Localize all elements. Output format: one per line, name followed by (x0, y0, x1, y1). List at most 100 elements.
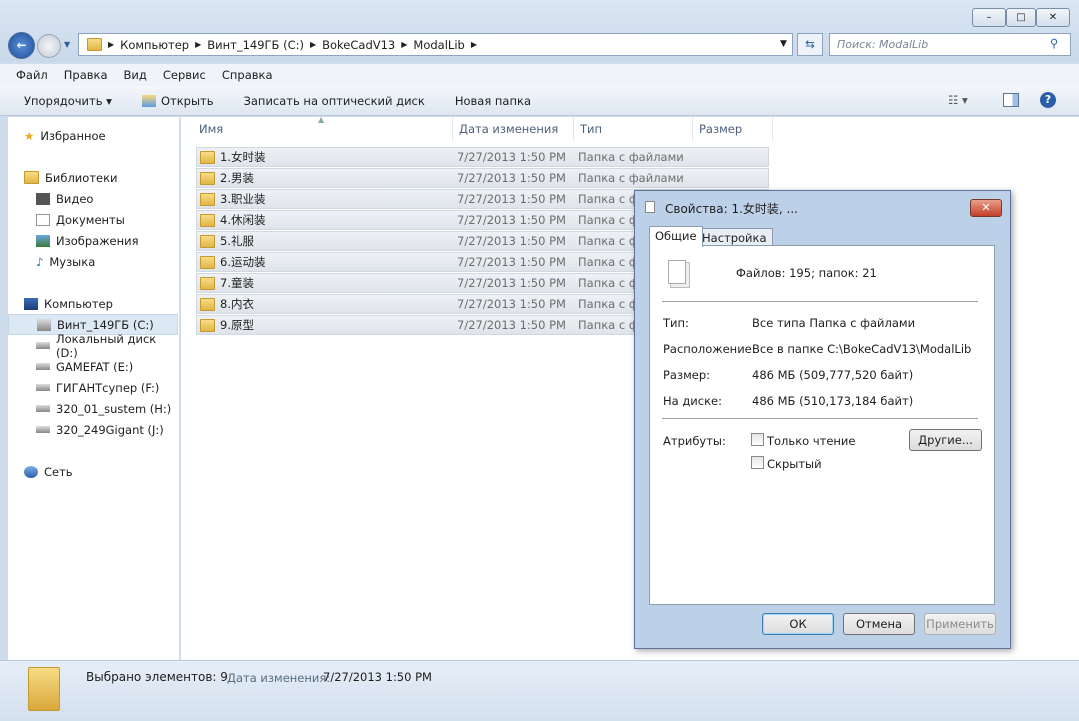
chevron-right-icon[interactable]: ▶ (108, 40, 114, 49)
sidebar-computer[interactable]: Компьютер (8, 293, 178, 314)
sidebar-favorites[interactable]: ★ Избранное (8, 125, 178, 146)
close-button[interactable]: ✕ (1036, 8, 1070, 27)
menu-edit[interactable]: Правка (64, 68, 108, 82)
help-icon[interactable]: ? (1040, 92, 1056, 108)
sidebar-network[interactable]: Сеть (8, 461, 178, 482)
refresh-button[interactable]: ⇆ (797, 33, 823, 56)
file-row[interactable]: 1.女时装 7/27/2013 1:50 PM Папка с файлами (196, 147, 769, 167)
drive-icon (36, 363, 50, 370)
drive-icon (36, 405, 50, 412)
details-pane: Выбрано элементов: 9 Дата изменения: 7/2… (0, 660, 1079, 721)
toolbar: Упорядочить ▾ Открыть Записать на оптиче… (0, 86, 1079, 116)
size-label: Размер: (663, 368, 711, 382)
sidebar-drive-j[interactable]: 320_249Gigant (J:) (8, 419, 178, 440)
hidden-checkbox[interactable] (751, 456, 764, 469)
open-icon (141, 94, 156, 107)
navigation-pane: ★ Избранное Библиотеки Видео Документы Из… (8, 117, 180, 660)
advanced-button[interactable]: Другие... (909, 429, 982, 451)
dialog-close-button[interactable]: ✕ (970, 199, 1002, 217)
computer-icon (24, 297, 38, 310)
sidebar-label: 320_01_sustem (H:) (56, 401, 172, 416)
sidebar-documents[interactable]: Документы (8, 209, 178, 230)
folder-icon (200, 213, 215, 227)
drive-icon (36, 342, 50, 349)
file-date: 7/27/2013 1:50 PM (457, 150, 566, 164)
column-date[interactable]: Дата изменения (453, 117, 574, 141)
sidebar-label: Музыка (49, 254, 96, 269)
search-icon[interactable]: ⚲ (1050, 36, 1058, 50)
network-icon (24, 465, 38, 478)
menu-tools[interactable]: Сервис (163, 68, 206, 82)
sidebar-label: Сеть (44, 464, 73, 479)
sidebar-label: 320_249Gigant (J:) (56, 422, 164, 437)
file-name-cell: 8.内衣 (197, 296, 457, 312)
file-name-cell: 2.男装 (197, 170, 457, 186)
readonly-checkbox[interactable] (751, 433, 764, 446)
breadcrumb-computer[interactable]: Компьютер (120, 38, 189, 52)
ok-button[interactable]: ОК (762, 613, 834, 635)
apply-button[interactable]: Применить (924, 613, 996, 635)
type-value: Все типа Папка с файлами (752, 316, 916, 330)
search-input[interactable]: Поиск: ModalLib (829, 33, 1071, 56)
sidebar-video[interactable]: Видео (8, 188, 178, 209)
file-name: 4.休闲装 (220, 213, 266, 227)
dialog-title: Свойства: 1.女时装, ... (665, 202, 798, 216)
readonly-label[interactable]: Только чтение (767, 434, 855, 448)
disk-size-value: 486 МБ (510,173,184 байт) (752, 394, 914, 408)
recent-pages-icon[interactable]: ▼ (64, 40, 70, 49)
sidebar-label: ГИГАНТсупер (F:) (56, 380, 160, 395)
open-button[interactable]: Открыть (141, 94, 214, 108)
sidebar-drive-h[interactable]: 320_01_sustem (H:) (8, 398, 178, 419)
star-icon: ★ (24, 128, 35, 143)
file-date: 7/27/2013 1:50 PM (457, 255, 566, 269)
file-date: 7/27/2013 1:50 PM (457, 213, 566, 227)
address-dropdown-icon[interactable]: ▼ (780, 39, 787, 49)
file-type: Папка с файлами (578, 150, 684, 164)
preview-pane-icon[interactable] (1003, 93, 1019, 107)
column-size[interactable]: Размер (693, 117, 773, 141)
menu-view[interactable]: Вид (124, 68, 147, 82)
maximize-button[interactable]: □ (1006, 8, 1036, 27)
cancel-button[interactable]: Отмена (843, 613, 915, 635)
sidebar-pictures[interactable]: Изображения (8, 230, 178, 251)
column-type[interactable]: Тип (574, 117, 693, 141)
file-type: Папка с ф (578, 192, 639, 206)
divider (662, 301, 978, 302)
file-type: Папка с ф (578, 234, 639, 248)
forward-button[interactable] (37, 34, 61, 58)
file-row[interactable]: 2.男装 7/27/2013 1:50 PM Папка с файлами (196, 168, 769, 188)
new-folder-button[interactable]: Новая папка (455, 94, 531, 108)
chevron-right-icon[interactable]: ▶ (401, 40, 407, 49)
sidebar-drive-e[interactable]: GAMEFAT (E:) (8, 356, 178, 377)
general-tab-panel: Файлов: 195; папок: 21 Тип: Все типа Пап… (649, 245, 995, 605)
tab-general[interactable]: Общие (649, 226, 703, 247)
burn-button[interactable]: Записать на оптический диск (244, 94, 425, 108)
drive-icon (36, 426, 50, 433)
sidebar-drive-d[interactable]: Локальный диск (D:) (8, 332, 178, 360)
file-type: Папка с ф (578, 213, 639, 227)
minimize-button[interactable]: – (972, 8, 1006, 27)
file-name: 8.内衣 (220, 297, 254, 311)
sidebar-libraries[interactable]: Библиотеки (8, 167, 178, 188)
folder-icon (28, 667, 60, 711)
sidebar-music[interactable]: ♪ Музыка (8, 251, 178, 272)
back-button[interactable]: ← (8, 32, 35, 59)
file-name: 9.原型 (220, 318, 254, 332)
hidden-label[interactable]: Скрытый (767, 457, 822, 471)
address-bar[interactable]: ▶ Компьютер ▶ Винт_149ГБ (C:) ▶ BokeCadV13… (78, 33, 793, 56)
breadcrumb-drive[interactable]: Винт_149ГБ (C:) (207, 38, 304, 52)
sidebar-drive-f[interactable]: ГИГАНТсупер (F:) (8, 377, 178, 398)
column-name[interactable]: Имя (193, 117, 453, 141)
breadcrumb-bokecad[interactable]: BokeCadV13 (322, 38, 395, 52)
organize-button[interactable]: Упорядочить ▾ (24, 94, 112, 108)
files-icon (645, 201, 655, 213)
view-options-icon[interactable]: ☷ ▾ (948, 93, 968, 107)
divider (662, 418, 978, 419)
chevron-right-icon[interactable]: ▶ (471, 40, 477, 49)
menu-help[interactable]: Справка (222, 68, 273, 82)
menu-file[interactable]: Файл (16, 68, 48, 82)
breadcrumb-modallib[interactable]: ModalLib (413, 38, 464, 52)
chevron-right-icon[interactable]: ▶ (310, 40, 316, 49)
video-icon (36, 192, 50, 205)
chevron-right-icon[interactable]: ▶ (195, 40, 201, 49)
